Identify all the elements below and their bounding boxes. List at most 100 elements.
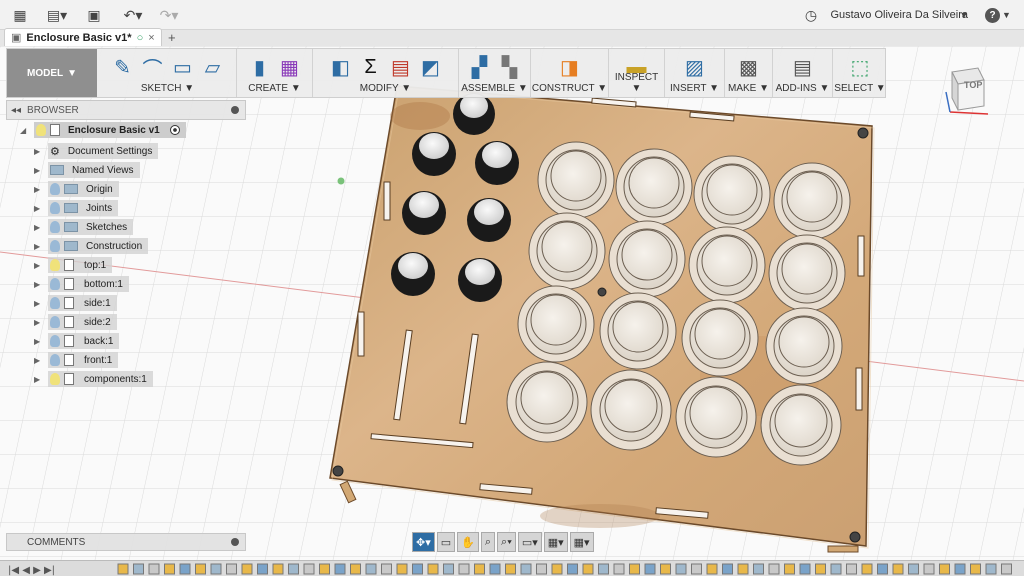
fit-icon[interactable]: ⌕▾ xyxy=(497,532,516,552)
app-grid-icon[interactable]: ▦ xyxy=(10,6,30,24)
close-tab-icon[interactable]: × xyxy=(148,32,154,44)
collapse-caret-icon[interactable]: ◢ xyxy=(20,126,26,135)
visibility-bulb-icon[interactable] xyxy=(50,202,60,214)
visibility-bulb-icon[interactable] xyxy=(50,183,60,195)
stop-sketch-icon[interactable]: ▱ xyxy=(201,55,225,79)
joint-icon[interactable]: ▚ xyxy=(498,55,522,79)
timeline-feature-icon[interactable] xyxy=(737,563,749,575)
timeline-feature-icon[interactable] xyxy=(148,563,160,575)
timeline-feature-icon[interactable] xyxy=(985,563,997,575)
timeline-feature-icon[interactable] xyxy=(381,563,392,575)
timeline-feature-icon[interactable] xyxy=(133,563,144,575)
timeline-feature-icon[interactable] xyxy=(861,563,873,575)
assemble-group[interactable]: ▞ ▚ ASSEMBLE ▼ xyxy=(459,49,531,97)
pattern-icon[interactable]: ▦ xyxy=(278,55,302,79)
timeline-feature-icon[interactable] xyxy=(830,563,842,575)
change-parameters-icon[interactable]: ▤ xyxy=(389,55,413,79)
timeline-feature-icon[interactable] xyxy=(505,563,516,575)
timeline-feature-icon[interactable] xyxy=(939,563,950,575)
timeline-feature-icon[interactable] xyxy=(334,563,346,575)
inspect-group[interactable]: ▬ INSPECT ▼ xyxy=(609,49,665,97)
timeline-feature-icon[interactable] xyxy=(892,563,904,575)
timeline-feature-icon[interactable] xyxy=(489,563,501,575)
timeline-feature-icon[interactable] xyxy=(365,563,377,575)
orbit-icon[interactable]: ✥▾ xyxy=(412,532,435,552)
save-icon[interactable]: ▣ xyxy=(84,6,104,24)
sketch-group[interactable]: ✎ ⌒ ▭ ▱ SKETCH ▼ xyxy=(99,49,237,97)
new-tab-button[interactable]: + xyxy=(168,30,176,45)
timeline-feature-icon[interactable] xyxy=(474,563,485,575)
tree-item-sketches[interactable]: ▶ Sketches xyxy=(34,219,134,235)
timeline-feature-icon[interactable] xyxy=(629,563,640,575)
job-status-icon[interactable]: ◷ xyxy=(802,6,820,24)
tree-item-side-1[interactable]: ▶ side:1 xyxy=(34,295,117,311)
timeline-feature-icon[interactable] xyxy=(613,563,625,575)
timeline-feature-icon[interactable] xyxy=(458,563,470,575)
timeline-feature-icon[interactable] xyxy=(350,563,361,575)
scripts-icon[interactable]: ▤ xyxy=(791,55,815,79)
tree-root[interactable]: ◢ Enclosure Basic v1 xyxy=(20,122,186,138)
appearance-icon[interactable]: ◩ xyxy=(419,55,443,79)
visibility-bulb-icon[interactable] xyxy=(36,124,46,136)
grid-settings-icon[interactable]: ▦▾ xyxy=(543,532,568,552)
timeline-feature-icon[interactable] xyxy=(582,563,594,575)
timeline-feature-icon[interactable] xyxy=(753,563,764,575)
tree-item-front[interactable]: ▶ front:1 xyxy=(34,352,119,368)
look-at-icon[interactable]: ▭ xyxy=(436,532,456,552)
timeline-feature-icon[interactable] xyxy=(846,563,857,575)
collapse-browser-icon[interactable]: ◂◂ xyxy=(11,105,21,116)
tree-item-origin[interactable]: ▶ Origin xyxy=(34,181,119,197)
timeline-feature-icon[interactable] xyxy=(427,563,439,575)
timeline-feature-icon[interactable] xyxy=(551,563,563,575)
visibility-bulb-icon[interactable] xyxy=(50,240,60,252)
tree-item-components[interactable]: ▶ components:1 xyxy=(34,371,153,387)
timeline-feature-icon[interactable] xyxy=(319,563,330,575)
tree-item-construction[interactable]: ▶ Construction xyxy=(34,238,149,254)
new-component-icon[interactable]: ▞ xyxy=(468,55,492,79)
modify-group[interactable]: ◧ Σ ▤ ◩ MODIFY ▼ xyxy=(313,49,459,97)
visibility-bulb-icon[interactable] xyxy=(50,278,60,290)
timeline-feature-icon[interactable] xyxy=(195,563,206,575)
timeline-feature-icon[interactable] xyxy=(691,563,702,575)
timeline-feature-icon[interactable] xyxy=(722,563,733,575)
timeline-feature-icon[interactable] xyxy=(567,563,578,575)
zoom-icon[interactable]: ⌕ xyxy=(480,532,496,552)
timeline-feature-icon[interactable] xyxy=(241,563,253,575)
construct-group[interactable]: ◨ CONSTRUCT ▼ xyxy=(531,49,609,97)
timeline-feature-icon[interactable] xyxy=(520,563,532,575)
timeline-feature-icon[interactable] xyxy=(660,563,671,575)
make-group[interactable]: ▩ MAKE ▼ xyxy=(725,49,773,97)
visibility-bulb-icon[interactable] xyxy=(50,354,60,366)
insert-image-icon[interactable]: ▨ xyxy=(683,55,707,79)
create-group[interactable]: ▮ ▦ CREATE ▼ xyxy=(237,49,313,97)
offset-plane-icon[interactable]: ◨ xyxy=(558,55,582,79)
visibility-bulb-icon[interactable] xyxy=(50,259,60,271)
rectangle-icon[interactable]: ▭ xyxy=(171,55,195,79)
sigma-icon[interactable]: Σ xyxy=(359,55,383,79)
timeline-feature-icon[interactable] xyxy=(257,563,268,575)
document-tab[interactable]: ▣ Enclosure Basic v1* ○ × xyxy=(4,28,162,46)
comments-pin-icon[interactable] xyxy=(231,538,239,546)
extrude-icon[interactable]: ▮ xyxy=(248,55,272,79)
help-icon[interactable]: ? ▼ xyxy=(984,6,1012,24)
tree-item-document-settings[interactable]: ▶ ⚙ Document Settings xyxy=(34,143,159,159)
file-menu-icon[interactable]: ▤▾ xyxy=(44,6,70,24)
timeline-feature-icon[interactable] xyxy=(396,563,408,575)
add-ins-group[interactable]: ▤ ADD-INS ▼ xyxy=(773,49,833,97)
timeline-feature-icon[interactable] xyxy=(675,563,687,575)
activate-radio-icon[interactable] xyxy=(169,125,180,135)
timeline-feature-icon[interactable] xyxy=(598,563,609,575)
view-cube[interactable]: TOP xyxy=(945,66,992,115)
viewports-icon[interactable]: ▦▾ xyxy=(569,532,594,552)
timeline-feature-icon[interactable] xyxy=(970,563,981,575)
timeline[interactable]: |◀ ◀ ▶ ▶| xyxy=(0,560,1024,576)
tree-item-side-2[interactable]: ▶ side:2 xyxy=(34,314,117,330)
visibility-bulb-icon[interactable] xyxy=(50,221,60,233)
timeline-feature-icon[interactable] xyxy=(179,563,191,575)
spline-icon[interactable]: ⌒ xyxy=(141,55,165,81)
redo-icon[interactable]: ↷▾ xyxy=(154,6,184,24)
timeline-feature-icon[interactable] xyxy=(644,563,656,575)
timeline-feature-icon[interactable] xyxy=(443,563,454,575)
workspace-switcher[interactable]: MODEL ▼ xyxy=(7,49,97,97)
timeline-feature-icon[interactable] xyxy=(288,563,299,575)
